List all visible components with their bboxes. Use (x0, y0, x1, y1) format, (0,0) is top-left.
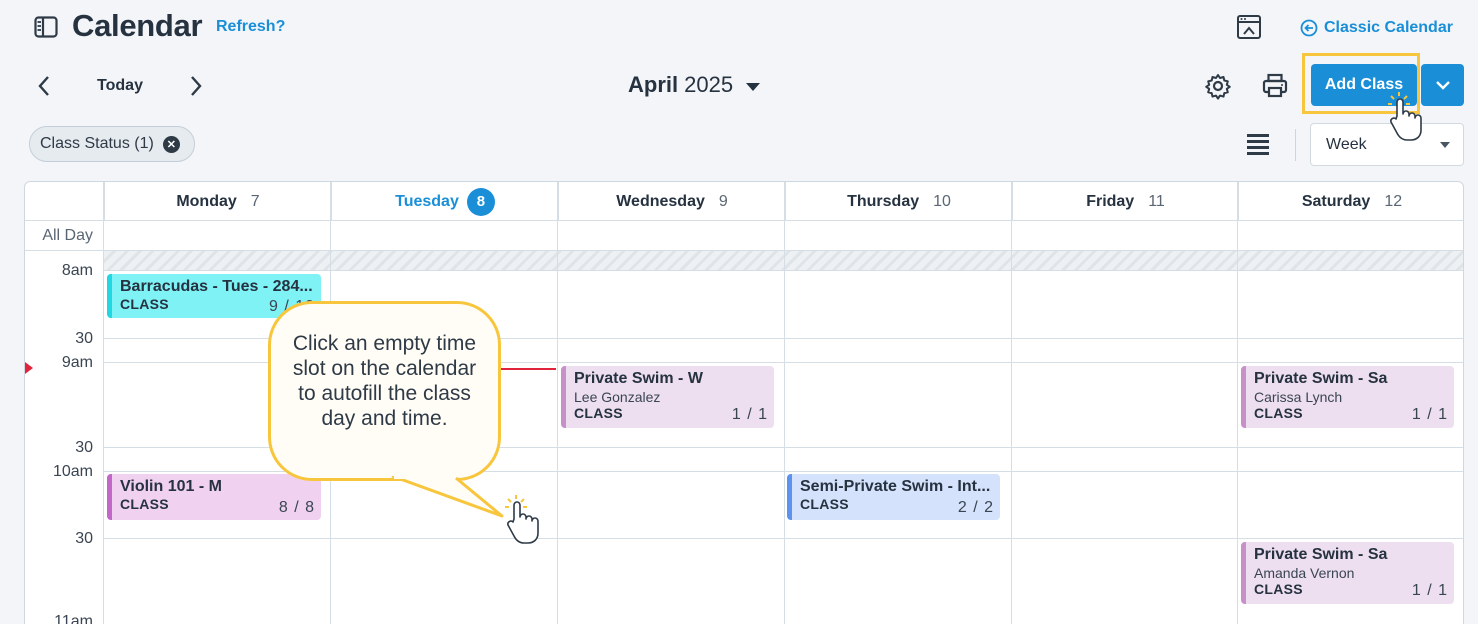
tutorial-callout: Click an empty time slot on the calendar… (268, 301, 501, 481)
day-name: Tuesday (395, 192, 459, 210)
chevron-right-icon (191, 76, 202, 96)
callout-tail (391, 476, 504, 518)
day-number: 12 (1384, 192, 1403, 210)
event-instructor: Amanda Vernon (1254, 565, 1355, 581)
event-title: Barracudas - Tues - 284... (120, 278, 313, 295)
grid-line (1011, 182, 1012, 624)
embed-icon[interactable] (1236, 14, 1262, 40)
day-number: 7 (250, 192, 260, 210)
arrow-left-circle-icon (1300, 19, 1318, 37)
event-title: Semi-Private Swim - Int... (800, 478, 991, 495)
day-number: 9 (718, 192, 728, 210)
today-badge: 8 (466, 187, 495, 216)
class-status-filter-chip[interactable]: Class Status (1) ✕ (29, 126, 195, 162)
time-label: 8am (61, 262, 93, 279)
event-capacity: 1 / 1 (731, 406, 768, 423)
classic-calendar-link[interactable]: Classic Calendar (1300, 16, 1453, 40)
event-title: Private Swim - Sa (1254, 546, 1388, 563)
chevron-down-icon (1435, 81, 1450, 90)
calendar-event[interactable]: Violin 101 - M CLASS 8 / 8 (107, 474, 321, 520)
month-picker[interactable]: April 2025 (628, 71, 761, 99)
filter-chip-label: Class Status (1) (40, 135, 154, 152)
all-day-label: All Day (42, 227, 93, 244)
day-header-saturday: Saturday 12 (1238, 182, 1463, 221)
time-label: 30 (75, 330, 93, 347)
hand-pointer-icon (505, 495, 539, 544)
month-label: April (628, 72, 679, 97)
gear-icon[interactable] (1204, 72, 1232, 100)
calendar-event[interactable]: Private Swim - W Lee Gonzalez CLASS 1 / … (561, 366, 774, 428)
grid-line (103, 270, 1463, 271)
event-capacity: 8 / 8 (278, 499, 315, 516)
day-name: Saturday (1301, 192, 1371, 210)
grid-line (25, 220, 1463, 221)
event-capacity: 1 / 1 (1411, 406, 1448, 423)
time-label: 11am (54, 613, 93, 624)
view-select-value: Week (1326, 135, 1367, 153)
list-view-icon[interactable] (1245, 132, 1271, 156)
refresh-link[interactable]: Refresh? (216, 18, 285, 36)
day-name: Thursday (847, 192, 920, 210)
time-label: 30 (75, 439, 93, 456)
previous-week-button[interactable] (30, 72, 58, 100)
event-instructor: Carissa Lynch (1254, 389, 1343, 405)
week-calendar: Monday 7 Tuesday 8 Wednesday 9 Thursday … (24, 181, 1464, 624)
grid-line (103, 182, 104, 624)
day-name: Monday (176, 192, 237, 210)
day-header-tuesday: Tuesday 8 (331, 182, 558, 221)
day-name: Friday (1086, 192, 1135, 210)
day-number: 10 (933, 192, 951, 210)
event-title: Private Swim - W (574, 370, 703, 387)
current-time-line (501, 368, 556, 370)
grid-line (784, 182, 785, 624)
event-capacity: 2 / 2 (957, 499, 994, 516)
time-label: 9am (61, 354, 93, 371)
day-header-monday: Monday 7 (104, 182, 331, 221)
grid-line (1237, 182, 1238, 624)
grid-line (557, 182, 558, 624)
today-button[interactable]: Today (84, 73, 156, 99)
callout-text: Click an empty time slot on the calendar… (292, 332, 477, 430)
next-week-button[interactable] (182, 72, 210, 100)
day-name: Wednesday (616, 192, 705, 210)
caret-down-icon (746, 83, 761, 91)
close-icon[interactable]: ✕ (162, 135, 180, 153)
calendar-event[interactable]: Private Swim - Sa Amanda Vernon CLASS 1 … (1241, 542, 1454, 604)
page-title: Calendar (72, 8, 203, 43)
chevron-left-icon (38, 76, 49, 96)
day-header-thursday: Thursday 10 (785, 182, 1012, 221)
add-class-dropdown-button[interactable] (1421, 64, 1464, 106)
grid-line (103, 538, 1463, 539)
toolbar-divider (1295, 129, 1296, 161)
classic-calendar-label: Classic Calendar (1324, 19, 1453, 36)
day-number: 11 (1148, 192, 1165, 210)
event-capacity: 1 / 1 (1411, 582, 1448, 599)
event-title: Violin 101 - M (120, 478, 222, 495)
day-header-friday: Friday 11 (1012, 182, 1238, 221)
grid-line (25, 250, 1463, 251)
day-header-wednesday: Wednesday 9 (558, 182, 785, 221)
current-time-marker (25, 362, 33, 374)
calendar-event[interactable]: Private Swim - Sa Carissa Lynch CLASS 1 … (1241, 366, 1454, 428)
time-label: 10am (52, 463, 93, 480)
time-label: 30 (75, 530, 93, 547)
event-instructor: Lee Gonzalez (574, 389, 661, 405)
hand-pointer-icon (1388, 92, 1422, 141)
sidebar-toggle-icon[interactable] (34, 16, 58, 38)
event-title: Private Swim - Sa (1254, 370, 1388, 387)
printer-icon[interactable] (1261, 72, 1289, 100)
year-label: 2025 (684, 72, 734, 97)
calendar-event[interactable]: Semi-Private Swim - Int... CLASS 2 / 2 (787, 474, 1000, 520)
caret-down-icon (1440, 142, 1450, 148)
